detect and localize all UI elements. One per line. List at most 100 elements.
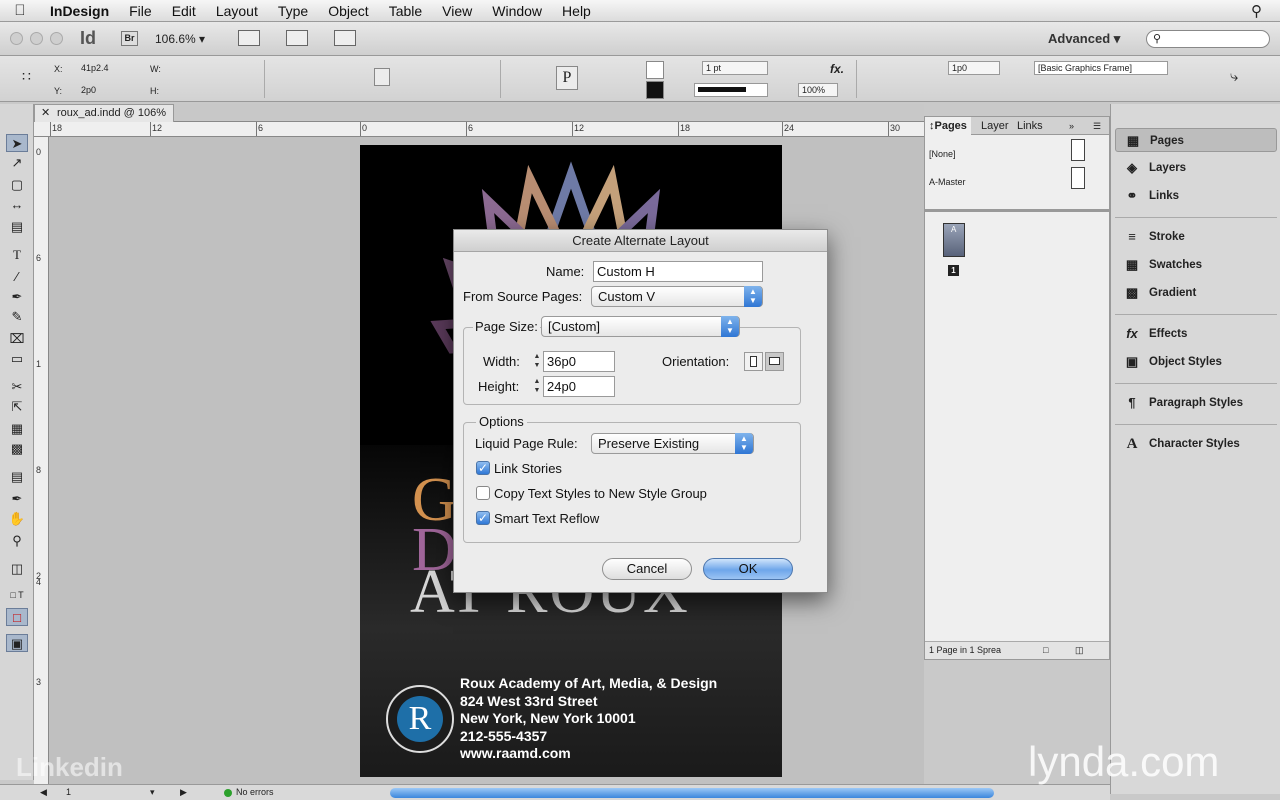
none-master-label[interactable]: [None] (929, 149, 956, 159)
ok-button[interactable]: OK (703, 558, 793, 580)
screen-mode-icon[interactable] (286, 30, 308, 46)
direct-selection-tool-icon[interactable]: ↗ (6, 154, 28, 172)
formatting-affects-icon[interactable]: □ T (6, 586, 28, 604)
new-page-icon[interactable]: □ (1043, 642, 1048, 658)
height-stepper[interactable]: ▲ ▼ (532, 377, 542, 396)
rectangle-tool-icon[interactable]: ▭ (6, 350, 28, 368)
fill-stroke-icon[interactable]: ◫ (6, 560, 28, 578)
document-tab[interactable]: ✕ roux_ad.indd @ 106% (34, 104, 174, 122)
content-collector-icon[interactable]: ▤ (6, 218, 28, 236)
dock-effects[interactable]: fx Effects (1115, 322, 1277, 346)
lightning-icon[interactable]: ⤷ (1230, 68, 1238, 85)
constrain-proportions-icon[interactable] (374, 68, 390, 86)
apple-icon[interactable]:  (0, 2, 40, 19)
gradient-swatch-tool-icon[interactable]: ▦ (6, 420, 28, 438)
previous-page-icon[interactable]: ◀ (40, 787, 47, 798)
help-search-input[interactable]: ⚲ (1146, 30, 1270, 48)
y-position-field[interactable]: 2p0 (78, 84, 136, 98)
arrange-documents-icon[interactable] (334, 30, 356, 46)
a-master-thumbnail[interactable] (1071, 167, 1085, 189)
reference-point-icon[interactable]: ∷ (22, 68, 40, 86)
width-stepper[interactable]: ▲ ▼ (532, 352, 542, 371)
dock-stroke[interactable]: ≡ Stroke (1115, 225, 1277, 249)
panel-collapse-icon[interactable]: » (1065, 117, 1078, 135)
effects-icon[interactable]: fx. (830, 62, 844, 76)
gradient-feather-tool-icon[interactable]: ▩ (6, 440, 28, 458)
name-input[interactable] (593, 261, 763, 282)
a-master-label[interactable]: A-Master (929, 177, 966, 187)
fill-swatch[interactable] (646, 61, 664, 79)
gap-tool-icon[interactable]: ↔ (6, 196, 28, 214)
height-input[interactable] (543, 376, 615, 397)
portrait-orientation-button[interactable] (744, 352, 763, 371)
menu-file[interactable]: File (119, 3, 162, 19)
menu-window[interactable]: Window (482, 3, 552, 19)
copy-text-styles-label[interactable]: Copy Text Styles to New Style Group (494, 486, 707, 501)
page-number-field[interactable]: 1 (66, 787, 71, 797)
x-position-field[interactable]: 41p2.4 (78, 62, 136, 76)
apply-none-icon[interactable]: □ (6, 608, 28, 626)
selection-tool-icon[interactable]: ➤ (6, 134, 28, 152)
dock-gradient[interactable]: ▩ Gradient (1115, 281, 1277, 305)
smart-text-reflow-label[interactable]: Smart Text Reflow (494, 511, 599, 526)
close-window-button[interactable] (10, 32, 23, 45)
type-tool-icon[interactable]: T (6, 246, 28, 264)
menu-view[interactable]: View (432, 3, 482, 19)
offset-field[interactable]: 1p0 (948, 61, 1000, 75)
minimize-window-button[interactable] (30, 32, 43, 45)
zoom-window-button[interactable] (50, 32, 63, 45)
tab-pages[interactable]: ↕Pages (925, 117, 971, 135)
link-stories-label[interactable]: Link Stories (494, 461, 562, 476)
none-master-thumbnail[interactable] (1071, 139, 1085, 161)
stroke-swatch[interactable] (646, 81, 664, 99)
zoom-tool-icon[interactable]: ⚲ (6, 532, 28, 550)
spotlight-search-icon[interactable]: ⚲ (1251, 2, 1262, 20)
menu-edit[interactable]: Edit (162, 3, 206, 19)
horizontal-scrollbar[interactable] (390, 788, 994, 798)
horizontal-ruler[interactable]: 18 12 6 0 6 12 18 24 30 (34, 122, 924, 137)
menu-type[interactable]: Type (268, 3, 318, 19)
menu-indesign[interactable]: InDesign (40, 3, 119, 19)
dock-swatches[interactable]: ▦ Swatches (1115, 253, 1277, 277)
view-options-icon[interactable] (238, 30, 260, 46)
panel-divider[interactable] (925, 209, 1109, 212)
stroke-type-dropdown[interactable] (694, 83, 768, 97)
dock-object-styles[interactable]: ▣ Object Styles (1115, 350, 1277, 374)
menu-table[interactable]: Table (379, 3, 432, 19)
cancel-button[interactable]: Cancel (602, 558, 692, 580)
rectangle-frame-tool-icon[interactable]: ⌧ (6, 330, 28, 348)
smart-text-reflow-checkbox[interactable]: ✓ (476, 511, 490, 525)
close-document-icon[interactable]: ✕ (41, 105, 50, 121)
landscape-orientation-button[interactable] (765, 352, 784, 371)
dock-links[interactable]: ⚭ Links (1115, 184, 1277, 208)
link-stories-checkbox[interactable]: ✓ (476, 461, 490, 475)
liquid-page-rule-dropdown[interactable]: Preserve Existing ▲ ▼ (591, 433, 754, 454)
opacity-field[interactable]: 100% (798, 83, 838, 97)
stroke-weight-field[interactable]: 1 pt (702, 61, 768, 75)
page-dropdown-icon[interactable]: ▾ (150, 787, 155, 798)
preflight-errors-label[interactable]: No errors (236, 787, 274, 797)
dock-layers[interactable]: ◈ Layers (1115, 156, 1277, 180)
object-style-dropdown[interactable]: [Basic Graphics Frame] (1034, 61, 1168, 75)
menu-object[interactable]: Object (318, 3, 378, 19)
page-1-thumbnail[interactable]: A (943, 223, 965, 257)
dock-pages[interactable]: ▦ Pages (1115, 128, 1277, 152)
pen-tool-icon[interactable]: ✒ (6, 288, 28, 306)
zoom-level-dropdown[interactable]: 106.6% ▾ (155, 32, 205, 46)
dock-character-styles[interactable]: A Character Styles (1115, 432, 1277, 456)
menu-layout[interactable]: Layout (206, 3, 268, 19)
screen-mode-tool-icon[interactable]: ▣ (6, 634, 28, 652)
panel-menu-icon[interactable]: ☰ (1089, 117, 1105, 135)
pencil-tool-icon[interactable]: ✎ (6, 308, 28, 326)
scissors-tool-icon[interactable]: ✂ (6, 378, 28, 396)
copy-text-styles-checkbox[interactable] (476, 486, 490, 500)
delete-page-icon[interactable]: ◫ (1075, 642, 1084, 658)
hand-tool-icon[interactable]: ✋ (6, 510, 28, 528)
source-pages-dropdown[interactable]: Custom V ▲ ▼ (591, 286, 763, 307)
page-tool-icon[interactable]: ▢ (6, 176, 28, 194)
next-page-icon[interactable]: ▶ (180, 787, 187, 798)
line-tool-icon[interactable]: ∕ (6, 268, 28, 286)
vertical-ruler[interactable]: 0 6 1 8 2 4 3 (34, 137, 49, 785)
workspace-switcher[interactable]: Advanced ▾ (1048, 31, 1120, 47)
text-wrap-icon[interactable]: P (556, 66, 578, 90)
